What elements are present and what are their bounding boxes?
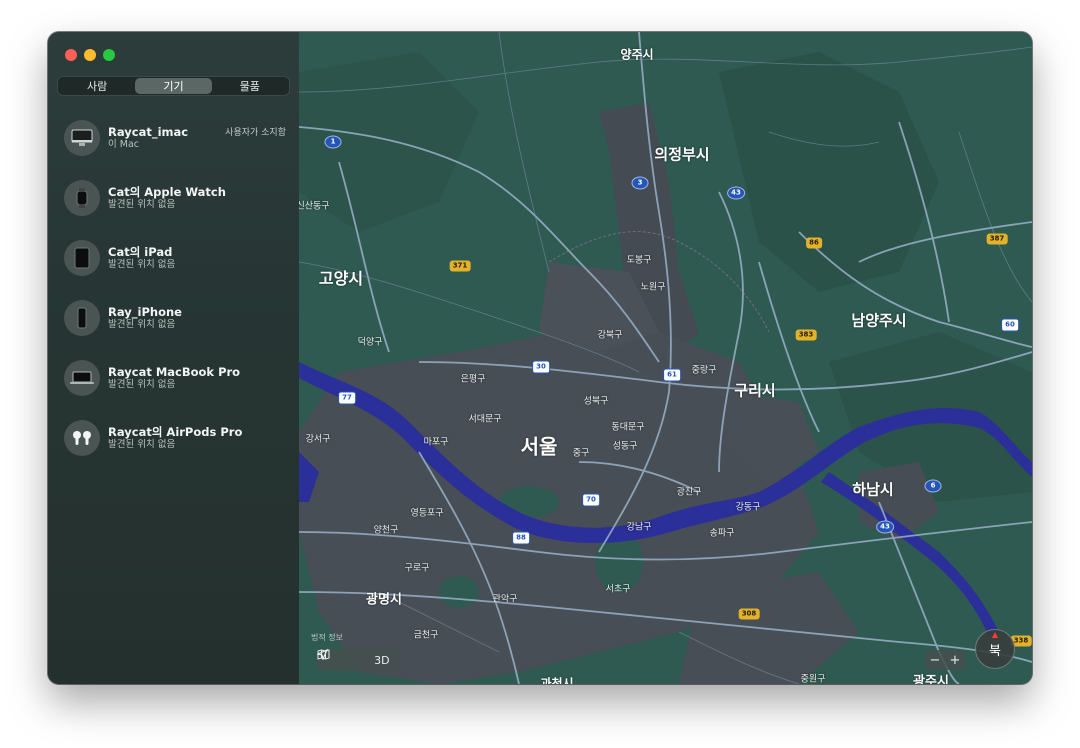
ipad-icon — [64, 240, 100, 276]
city-label-hanam: 하남시 — [852, 480, 894, 499]
district-label: 노원구 — [640, 282, 666, 293]
zoom-out-button[interactable]: − — [930, 653, 941, 668]
road-shield: 61 — [663, 368, 681, 382]
device-list: Raycat_imac 이 Mac 사용자가 소지함 Cat의 Apple Wa… — [48, 120, 299, 480]
road-shield: 6 — [924, 479, 942, 493]
city-label-yangju: 양주시 — [620, 47, 654, 62]
city-label-gwacheon: 과천시 — [540, 676, 574, 685]
device-item-macbook[interactable]: Raycat MacBook Pro 발견된 위치 없음 — [48, 360, 299, 420]
legal-link[interactable]: 법적 정보 — [311, 632, 343, 643]
district-label: 강서구 — [305, 434, 331, 445]
map-view[interactable]: 양주시 의정부시 고양시 남양주시 구리시 하남시 광명시 광주시 과천시 서울… — [299, 32, 1032, 684]
district-label: 은평구 — [460, 374, 486, 385]
macbook-icon — [64, 360, 100, 396]
device-status: 이 Mac — [108, 139, 140, 150]
district-label: 중랑구 — [691, 365, 717, 376]
minimize-button[interactable] — [84, 49, 96, 61]
segmented-control: 사람 기기 물품 — [57, 76, 290, 96]
district-label: 동대문구 — [611, 422, 645, 433]
district-label: 서초구 — [605, 584, 631, 595]
road-shield: 86 — [806, 237, 822, 249]
close-button[interactable] — [65, 49, 77, 61]
device-name: Raycat MacBook Pro — [108, 365, 241, 379]
district-label: 관악구 — [492, 594, 518, 605]
district-label: 영등포구 — [410, 508, 444, 519]
device-item-iphone[interactable]: Ray_iPhone 발견된 위치 없음 — [48, 300, 299, 360]
apple-watch-icon — [64, 180, 100, 216]
device-name: Cat의 iPad — [108, 245, 173, 259]
district-label: 도봉구 — [626, 255, 652, 266]
road-shield: 30 — [532, 360, 550, 374]
district-label: 송파구 — [709, 528, 735, 539]
district-label: 성동구 — [612, 441, 638, 452]
district-label: 신산동구 — [299, 201, 330, 212]
city-label-uijeongbu: 의정부시 — [654, 145, 710, 164]
compass[interactable]: 북 — [975, 629, 1015, 669]
map-toolbar: 3D — [317, 649, 401, 671]
tab-people[interactable]: 사람 — [59, 78, 135, 94]
device-note: 사용자가 소지함 — [225, 128, 286, 138]
district-label: 구로구 — [404, 563, 430, 574]
imac-icon — [64, 120, 100, 156]
road-shield: 371 — [449, 260, 471, 272]
city-label-goyang: 고양시 — [318, 269, 364, 288]
device-status: 발견된 위치 없음 — [108, 259, 176, 270]
compass-needle-icon — [992, 632, 998, 638]
road-shield: 383 — [795, 329, 817, 341]
city-label-gwangmyeong: 광명시 — [366, 592, 402, 608]
district-label: 성북구 — [583, 396, 609, 407]
device-status: 발견된 위치 없음 — [108, 379, 176, 390]
map-canvas — [299, 32, 1032, 684]
device-item-airpods[interactable]: Raycat의 AirPods Pro 발견된 위치 없음 — [48, 420, 299, 480]
city-label-gwangju: 광주시 — [913, 674, 949, 685]
road-shield: 387 — [986, 233, 1008, 245]
road-shield: 43 — [727, 186, 745, 200]
device-item-imac[interactable]: Raycat_imac 이 Mac 사용자가 소지함 — [48, 120, 299, 180]
device-item-apple-watch[interactable]: Cat의 Apple Watch 발견된 위치 없음 — [48, 180, 299, 240]
road-shield: 60 — [1001, 318, 1019, 332]
district-label: 광진구 — [676, 487, 702, 498]
road-shield: 70 — [582, 493, 600, 507]
sidebar: 사람 기기 물품 Raycat_imac 이 Mac 사용자가 소지함 Cat의… — [48, 32, 300, 684]
device-status: 발견된 위치 없음 — [108, 439, 176, 450]
zoom-control: − + — [925, 650, 965, 670]
airpods-icon — [64, 420, 100, 456]
tab-items[interactable]: 물품 — [212, 78, 288, 94]
device-name: Ray_iPhone — [108, 305, 182, 319]
district-label: 양천구 — [373, 525, 399, 536]
device-item-ipad[interactable]: Cat의 iPad 발견된 위치 없음 — [48, 240, 299, 300]
district-label: 강동구 — [735, 502, 761, 513]
device-status: 발견된 위치 없음 — [108, 199, 176, 210]
road-shield: 43 — [876, 520, 894, 534]
zoom-in-button[interactable]: + — [950, 653, 961, 668]
district-label: 중구 — [572, 448, 590, 459]
compass-label: 북 — [989, 643, 1001, 659]
iphone-icon — [64, 300, 100, 336]
district-label: 서대문구 — [468, 414, 502, 425]
road-shield: 1 — [324, 135, 342, 149]
tab-devices[interactable]: 기기 — [135, 78, 212, 94]
device-status: 발견된 위치 없음 — [108, 319, 176, 330]
district-label: 강남구 — [626, 522, 652, 533]
district-label: 금천구 — [413, 630, 439, 641]
city-label-seoul: 서울 — [520, 434, 558, 459]
road-shield: 77 — [338, 391, 356, 405]
find-my-window: 사람 기기 물품 Raycat_imac 이 Mac 사용자가 소지함 Cat의… — [48, 32, 1032, 684]
district-label: 마포구 — [423, 437, 449, 448]
3d-button[interactable]: 3D — [374, 654, 389, 667]
road-shield: 3 — [631, 176, 649, 190]
road-shield: 308 — [738, 608, 760, 620]
city-label-guri: 구리시 — [734, 381, 776, 400]
device-name: Raycat의 AirPods Pro — [108, 425, 243, 439]
district-label: 강북구 — [597, 330, 623, 341]
road-shield: 88 — [512, 531, 530, 545]
window-controls — [65, 49, 115, 61]
district-label: 중원구 — [800, 674, 826, 685]
zoom-button[interactable] — [103, 49, 115, 61]
city-label-namyangju: 남양주시 — [851, 311, 907, 330]
device-name: Cat의 Apple Watch — [108, 185, 226, 199]
district-label: 덕양구 — [357, 337, 383, 348]
device-name: Raycat_imac — [108, 125, 189, 139]
